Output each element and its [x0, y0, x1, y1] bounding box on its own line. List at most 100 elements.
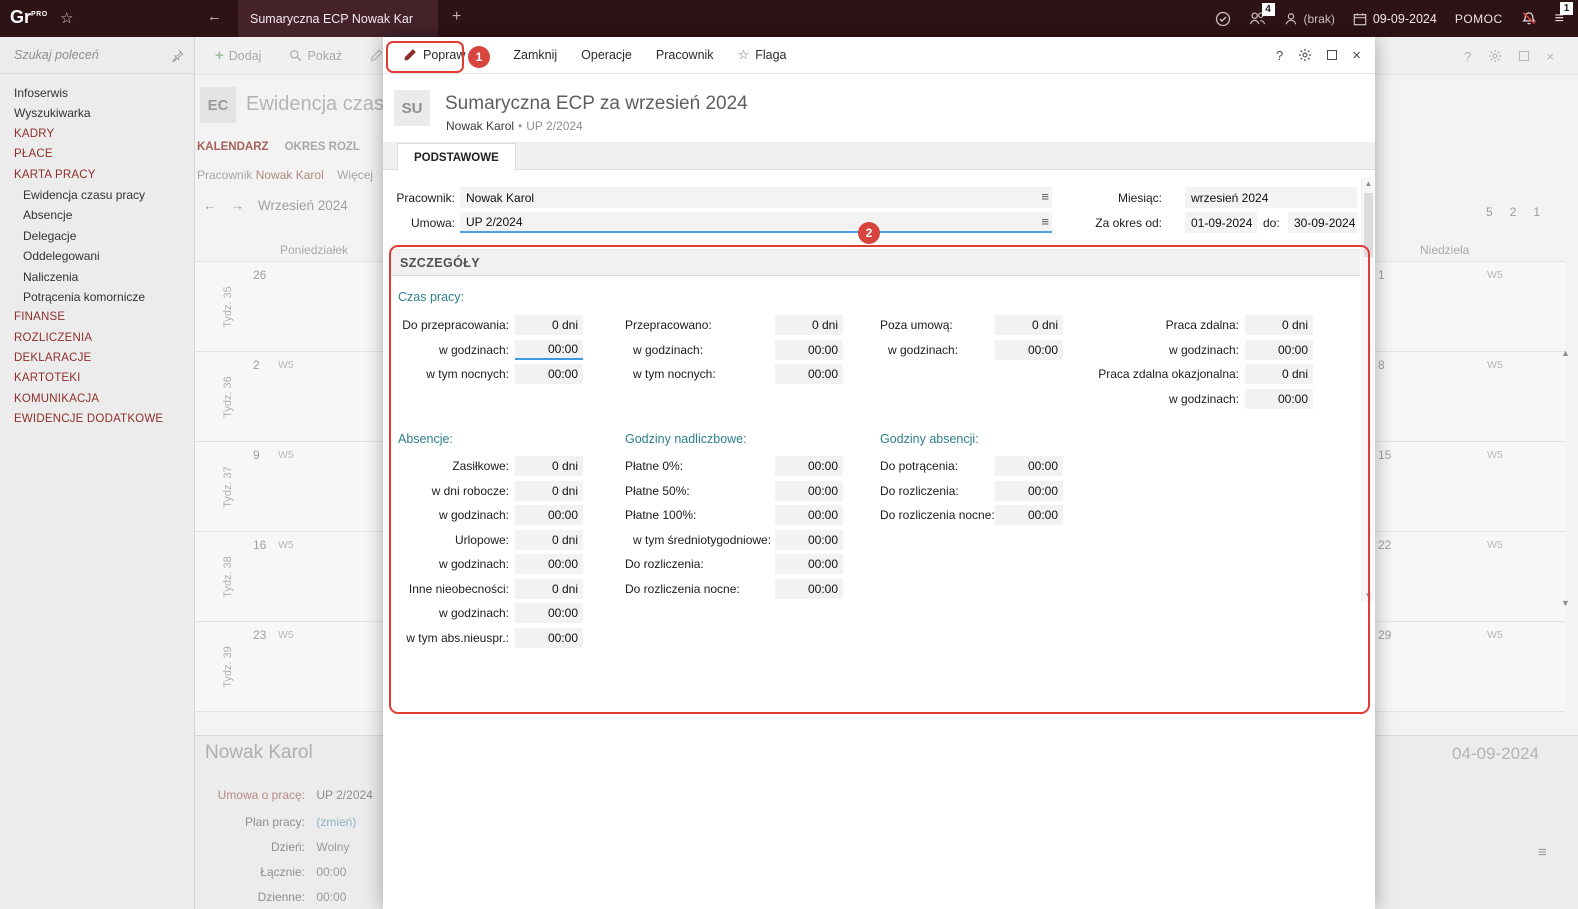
sidebar-item[interactable]: ROZLICZENIA — [0, 328, 194, 348]
panel-menu-icon[interactable]: ≡ — [1538, 844, 1547, 861]
tab-okres-rozliczeniowy[interactable]: OKRES ROZL — [285, 141, 360, 153]
date-widget[interactable]: 09-09-2024 — [1353, 12, 1437, 26]
back-arrow-icon[interactable]: ← — [207, 8, 222, 25]
prev-month-icon[interactable]: ← — [203, 198, 217, 213]
notifications-muted-icon[interactable] — [1521, 11, 1537, 26]
dialog-tab-bar: PODSTAWOWE — [383, 142, 1375, 171]
sunday-date: 22 — [1378, 538, 1392, 552]
module-header: EC Ewidencja czas — [200, 87, 386, 123]
wiecej-link[interactable]: Więcej — [337, 168, 373, 182]
sidebar-item-label: KOMUNIKACJA — [14, 392, 100, 405]
pracownik-filter-value[interactable]: Nowak Karol — [256, 168, 324, 182]
month-navigation: ← → Wrzesień 2024 — [203, 198, 348, 213]
sidebar-item[interactable]: KARTA PRACY — [0, 165, 194, 185]
miesiac-field-value: wrzesień 2024 — [1191, 190, 1269, 205]
pencil-icon — [371, 49, 383, 61]
sidebar-item-label: Delegacje — [23, 228, 77, 243]
topbar-date: 09-09-2024 — [1372, 11, 1437, 26]
calendar-scroll-up-icon[interactable]: ▲ — [1561, 348, 1570, 358]
status-check-icon[interactable] — [1215, 11, 1231, 27]
dodaj-label: Dodaj — [228, 48, 262, 63]
open-tab[interactable]: Sumaryczna ECP Nowak Kar — [238, 0, 438, 37]
zamknij-button[interactable]: Zamknij — [501, 37, 569, 74]
okres-do-field[interactable]: 30-09-2024 — [1288, 212, 1357, 233]
users-icon[interactable]: 4 — [1249, 3, 1275, 26]
sidebar-item[interactable]: PŁACE — [0, 144, 194, 164]
current-user[interactable]: (brak) — [1284, 12, 1335, 26]
tab-kalendarz[interactable]: KALENDARZ — [197, 141, 269, 153]
sidebar-item[interactable]: KOMUNIKACJA — [0, 389, 194, 409]
sidebar-item[interactable]: Wyszukiwarka — [0, 103, 194, 123]
dialog-help-icon[interactable]: ? — [1276, 48, 1283, 63]
zmien-link[interactable]: (zmień) — [316, 815, 356, 829]
bg-restore-icon[interactable] — [1519, 51, 1530, 61]
monday-day-mark: W5 — [278, 629, 294, 641]
sidebar-item[interactable]: Absencje — [0, 205, 194, 225]
new-tab-icon[interactable]: + — [452, 8, 461, 26]
sidebar-item[interactable]: Potrącenia komornicze — [0, 287, 194, 307]
bg-help-icon[interactable]: ? — [1464, 49, 1471, 64]
monday-date: 26 — [253, 268, 267, 282]
sidebar-item-label: Oddelegowani — [23, 249, 100, 264]
flaga-button[interactable]: ☆ Flaga — [726, 37, 799, 74]
umowa-label: Umowa o pracę: — [217, 788, 305, 802]
sidebar-item[interactable]: Infoserwis — [0, 83, 194, 103]
bg-close-icon[interactable]: × — [1546, 49, 1554, 64]
okres-od-field[interactable]: 01-09-2024 — [1185, 212, 1257, 233]
calendar-scroll-down-icon[interactable]: ▼ — [1561, 598, 1570, 608]
pokaz-button[interactable]: Pokaż — [289, 49, 342, 63]
next-month-icon[interactable]: → — [231, 198, 245, 213]
dialog-gear-icon[interactable] — [1298, 48, 1312, 62]
monday-day-mark: W5 — [278, 449, 294, 461]
counter: 5 — [1486, 205, 1493, 219]
okres-do-value: 30-09-2024 — [1294, 215, 1356, 230]
user-icon — [1285, 12, 1296, 24]
dodaj-button[interactable]: + Dodaj — [215, 47, 261, 64]
sidebar-item[interactable]: EWIDENCJE DODATKOWE — [0, 409, 194, 429]
pracownik-picker-icon[interactable]: ≡ — [1041, 189, 1049, 204]
sidebar-item[interactable]: FINANSE — [0, 307, 194, 327]
main-menu-icon[interactable]: ≡ 1 — [1555, 1, 1573, 28]
miesiac-field[interactable]: wrzesień 2024 — [1185, 187, 1357, 208]
monday-day-mark: W5 — [278, 539, 294, 551]
sidebar-menu: Infoserwis Wyszukiwarka KADRY PŁACE KART… — [0, 74, 194, 430]
dzienne-row: Dzienne: 00:00 — [195, 890, 347, 904]
operacje-button[interactable]: Operacje — [569, 37, 644, 74]
tab-podstawowe[interactable]: PODSTAWOWE — [397, 143, 516, 171]
umowa-field[interactable]: UP 2/2024 ≡ — [460, 212, 1052, 233]
sidebar-item[interactable]: Oddelegowani — [0, 246, 194, 266]
pin-icon[interactable] — [171, 49, 184, 62]
umowa-value: UP 2/2024 — [316, 788, 373, 802]
sidebar-item[interactable]: Delegacje — [0, 226, 194, 246]
sidebar-item-label: Ewidencja czasu pracy — [23, 187, 146, 202]
sidebar-item[interactable]: Naliczenia — [0, 267, 194, 287]
week-label: Tydz. 35 — [222, 285, 235, 328]
scroll-up-icon[interactable]: ▲ — [1362, 179, 1375, 188]
sidebar-item-label: KARTA PRACY — [14, 168, 96, 181]
counter: 1 — [1533, 205, 1541, 219]
bg-gear-icon[interactable] — [1488, 49, 1502, 63]
pracownik-field[interactable]: Nowak Karol ≡ — [460, 187, 1052, 208]
sidebar-item[interactable]: Ewidencja czasu pracy — [0, 185, 194, 205]
sidebar-item[interactable]: KADRY — [0, 124, 194, 144]
operacje-label: Operacje — [581, 48, 632, 62]
sidebar-item[interactable]: KARTOTEKI — [0, 368, 194, 388]
help-link[interactable]: POMOC — [1455, 12, 1503, 26]
sunday-date: 1 — [1378, 268, 1385, 282]
dialog-window-buttons: ? × — [1276, 47, 1375, 64]
umowa-picker-icon[interactable]: ≡ — [1041, 214, 1049, 229]
pracownik-field-label: Pracownik: — [396, 191, 455, 205]
dialog-close-icon[interactable]: × — [1352, 47, 1361, 64]
dialog-maximize-icon[interactable] — [1327, 50, 1338, 60]
pracownik-button[interactable]: Pracownik — [644, 37, 726, 74]
calendar-counters: 5 2 1 — [1486, 205, 1540, 219]
sidebar-item-label: DEKLARACJE — [14, 352, 92, 365]
sidebar-item-label: Infoserwis — [14, 86, 69, 100]
user-label: (brak) — [1303, 11, 1335, 26]
search-input[interactable] — [14, 48, 171, 62]
dialog-subtitle: Nowak Karol • UP 2/2024 — [446, 119, 583, 133]
app-logo[interactable]: GrPRO — [10, 7, 48, 28]
favorites-star-icon[interactable]: ☆ — [60, 9, 73, 27]
sidebar-item[interactable]: DEKLARACJE — [0, 348, 194, 368]
okres-od-label: Za okres od: — [1095, 216, 1162, 230]
